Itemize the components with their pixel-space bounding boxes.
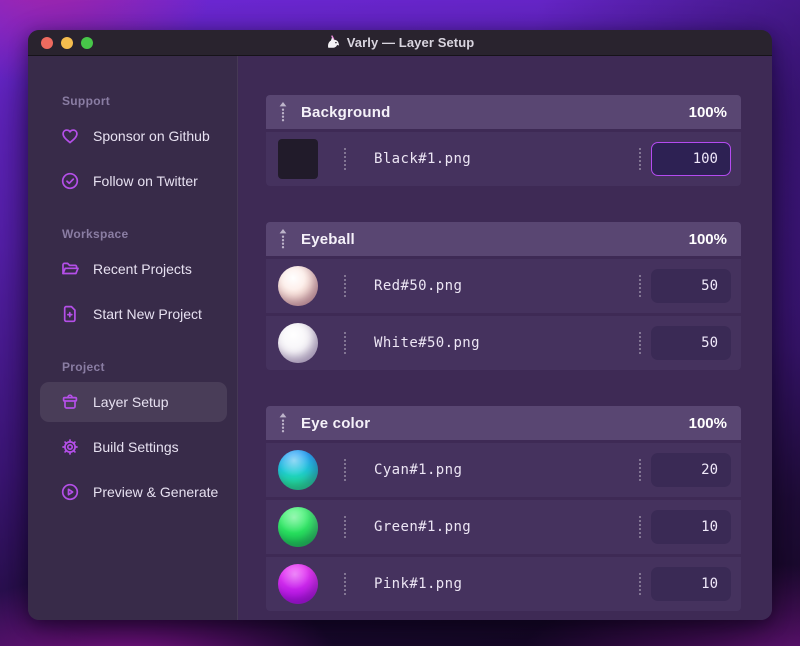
dotted-divider xyxy=(639,275,641,297)
heart-icon xyxy=(60,126,80,146)
layer-row: White#50.png xyxy=(266,316,741,370)
group-title: Eye color xyxy=(301,414,371,432)
dotted-divider xyxy=(639,573,641,595)
sidebar-item-label: Build Settings xyxy=(93,439,179,455)
sidebar-item-follow-on-twitter[interactable]: Follow on Twitter xyxy=(40,161,227,201)
layer-weight-input[interactable] xyxy=(651,510,731,544)
play-circle-icon xyxy=(60,482,80,502)
drag-handle-icon[interactable] xyxy=(278,101,288,123)
sidebar-item-label: Preview & Generate xyxy=(93,484,219,500)
window-title: Varly — Layer Setup xyxy=(28,35,772,50)
sidebar-item-label: Follow on Twitter xyxy=(93,173,198,189)
sidebar-item-preview-generate[interactable]: Preview & Generate xyxy=(40,472,227,512)
dotted-divider xyxy=(639,332,641,354)
layer-filename: Green#1.png xyxy=(374,519,472,535)
sidebar: Support Sponsor on Github Follow on Twit… xyxy=(28,56,238,620)
sidebar-item-layer-setup[interactable]: Layer Setup xyxy=(40,382,227,422)
layer-thumbnail-cyan-sphere xyxy=(278,450,318,490)
sidebar-item-label: Start New Project xyxy=(93,306,202,322)
layer-group-eyeball: Eyeball 100% Red#50.png 50 White#50.png … xyxy=(266,222,741,370)
layer-row: Pink#1.png xyxy=(266,557,741,611)
layer-row: Cyan#1.png xyxy=(266,443,741,497)
archive-box-icon xyxy=(60,392,80,412)
group-title: Background xyxy=(301,103,391,121)
layer-list: Background 100% Black#1.png 100 Eyeball … xyxy=(238,56,772,620)
sidebar-section-support: Support xyxy=(62,94,111,108)
sidebar-item-label: Recent Projects xyxy=(93,261,192,277)
dotted-divider xyxy=(344,516,346,538)
group-header: Eyeball 100% xyxy=(266,222,741,256)
group-weight: 100% xyxy=(688,103,727,121)
sidebar-item-build-settings[interactable]: Build Settings xyxy=(40,427,227,467)
group-weight: 100% xyxy=(688,230,727,248)
dotted-divider xyxy=(344,459,346,481)
layer-filename: Cyan#1.png xyxy=(374,462,463,478)
layer-thumbnail-black-swatch xyxy=(278,139,318,179)
sidebar-section-project: Project xyxy=(62,360,105,374)
sidebar-item-start-new-project[interactable]: Start New Project xyxy=(40,294,227,334)
drag-handle-icon[interactable] xyxy=(278,412,288,434)
layer-row: Red#50.png xyxy=(266,259,741,313)
layer-filename: White#50.png xyxy=(374,335,480,351)
window-title-text: Varly — Layer Setup xyxy=(346,35,475,50)
layer-thumbnail-red-sphere xyxy=(278,266,318,306)
layer-thumbnail-green-sphere xyxy=(278,507,318,547)
file-plus-icon xyxy=(60,304,80,324)
sidebar-item-recent-projects[interactable]: Recent Projects xyxy=(40,249,227,289)
layer-filename: Black#1.png xyxy=(374,151,472,167)
dotted-divider xyxy=(639,459,641,481)
dotted-divider xyxy=(344,332,346,354)
app-window: Varly — Layer Setup Support Sponsor on G… xyxy=(28,30,772,620)
dotted-divider xyxy=(344,275,346,297)
layer-weight-input[interactable] xyxy=(651,326,731,360)
sidebar-item-label: Layer Setup xyxy=(93,394,169,410)
layer-filename: Red#50.png xyxy=(374,278,463,294)
layer-filename: Pink#1.png xyxy=(374,576,463,592)
layer-group-eye-color: Eye color 100% Cyan#1.png 20 Green#1.png… xyxy=(266,406,741,611)
group-title: Eyeball xyxy=(301,230,355,248)
layer-thumbnail-white-sphere xyxy=(278,323,318,363)
layer-row: Green#1.png xyxy=(266,500,741,554)
layer-weight-input[interactable] xyxy=(651,142,731,176)
sidebar-section-workspace: Workspace xyxy=(62,227,129,241)
group-header: Background 100% xyxy=(266,95,741,129)
sidebar-item-label: Sponsor on Github xyxy=(93,128,210,144)
drag-handle-icon[interactable] xyxy=(278,228,288,250)
layer-weight-input[interactable] xyxy=(651,453,731,487)
layer-thumbnail-pink-sphere xyxy=(278,564,318,604)
layer-group-background: Background 100% Black#1.png xyxy=(266,95,741,186)
dotted-divider xyxy=(344,573,346,595)
dotted-divider xyxy=(639,516,641,538)
layer-row: Black#1.png xyxy=(266,132,741,186)
group-header: Eye color 100% xyxy=(266,406,741,440)
group-weight: 100% xyxy=(688,414,727,432)
layer-weight-input[interactable] xyxy=(651,567,731,601)
dotted-divider xyxy=(344,148,346,170)
unicorn-icon xyxy=(327,35,339,48)
sidebar-item-sponsor-on-github[interactable]: Sponsor on Github xyxy=(40,116,227,156)
dotted-divider xyxy=(639,148,641,170)
layer-weight-input[interactable] xyxy=(651,269,731,303)
folder-icon xyxy=(60,259,80,279)
gear-icon xyxy=(60,437,80,457)
titlebar: Varly — Layer Setup xyxy=(28,30,772,56)
badge-check-icon xyxy=(60,171,80,191)
